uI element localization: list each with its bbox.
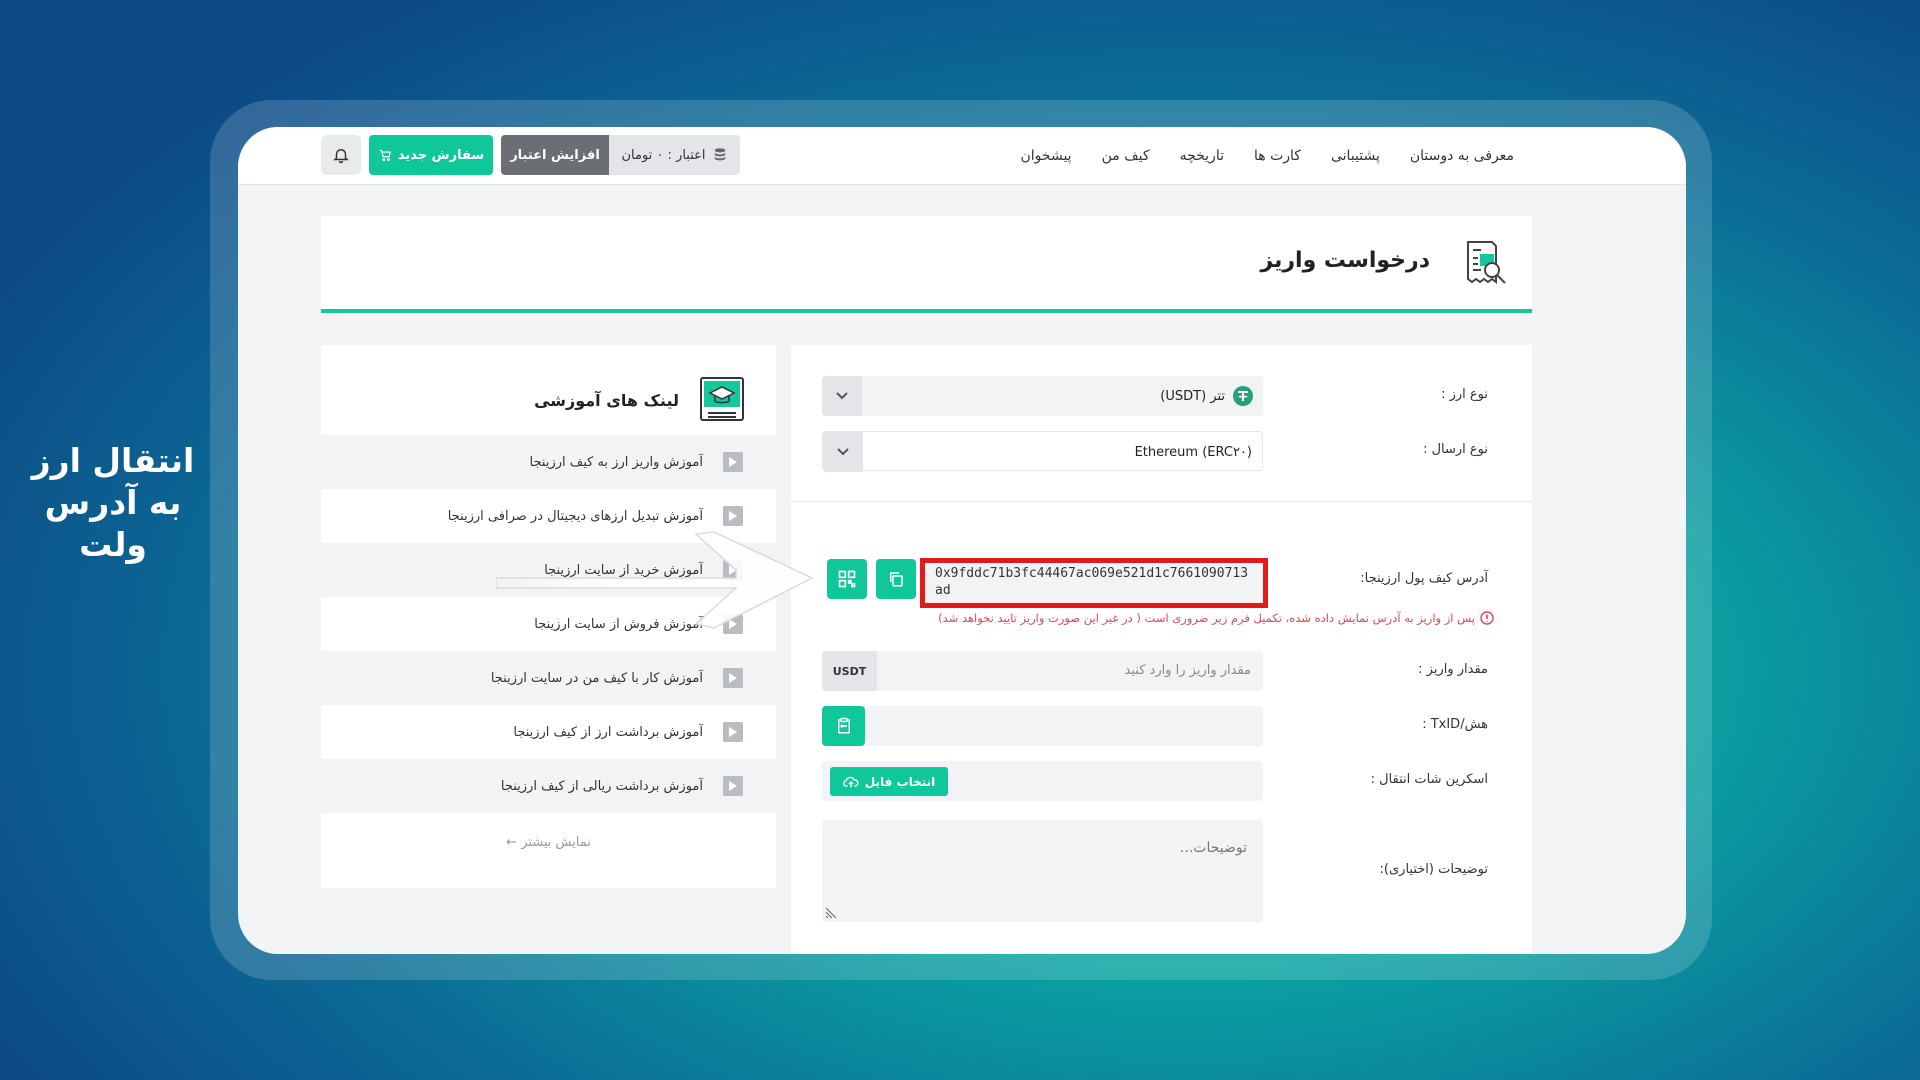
- warning-circle-icon: [1480, 611, 1494, 625]
- cart-icon: [379, 149, 391, 162]
- description-placeholder: توضیحات...: [1179, 840, 1247, 856]
- educational-links-title: لینک های آموزشی: [534, 391, 679, 410]
- play-icon: [723, 668, 743, 688]
- tutorial-link-6[interactable]: آموزش برداشت ارز از کیف ارزینجا: [321, 705, 776, 759]
- screenshot-frame: پیشخوان کیف من تاریخچه کارت ها پشتیبانی …: [238, 127, 1686, 954]
- resize-handle-icon[interactable]: [825, 907, 837, 919]
- amount-input[interactable]: مقدار واریز را وارد کنید USDT: [822, 651, 1263, 691]
- nav-item-support[interactable]: پشتیبانی: [1331, 148, 1380, 164]
- new-order-label: سفارش جدید: [397, 147, 485, 163]
- annotation-arrow-icon: [496, 531, 814, 629]
- chevron-down-icon: [823, 432, 863, 472]
- coins-icon: [714, 148, 725, 161]
- tutorial-link-5[interactable]: آموزش کار با کیف من در سایت ارزینجا: [321, 651, 776, 705]
- tether-icon: [1233, 386, 1253, 406]
- side-caption: انتقال ارز به آدرس ولت: [8, 440, 218, 566]
- graduation-cap-icon: [700, 377, 744, 421]
- qr-code-button[interactable]: [827, 559, 867, 599]
- caption-line-2: به آدرس ولت: [44, 483, 182, 564]
- tutorial-link-label: آموزش برداشت ریالی از کیف ارزینجا: [500, 778, 703, 794]
- tutorial-link-label: آموزش کار با کیف من در سایت ارزینجا: [490, 670, 703, 686]
- wallet-address-field[interactable]: 0x9fddc71b3fc44467ac069e521d1c7661090713…: [920, 558, 1268, 608]
- network-value-text: Ethereum (ERC۲۰): [1134, 444, 1252, 460]
- nav-item-dashboard[interactable]: پیشخوان: [1021, 148, 1072, 164]
- page-header-card: درخواست واریز: [321, 216, 1532, 313]
- show-more-label: نمایش بیشتر: [521, 835, 591, 850]
- txid-input[interactable]: [822, 706, 1263, 746]
- currency-select[interactable]: تتر (USDT): [822, 376, 1263, 416]
- currency-value-text: تتر (USDT): [1160, 388, 1225, 404]
- currency-select-value: تتر (USDT): [1160, 376, 1253, 416]
- description-label: توضیحات (اختیاری):: [1379, 862, 1488, 877]
- network-select[interactable]: Ethereum (ERC۲۰): [822, 431, 1263, 472]
- wallet-address-label: آدرس کیف پول ارزینجا:: [1360, 571, 1488, 586]
- tutorial-link-label: آموزش واریز ارز به کیف ارزینجا: [529, 454, 703, 470]
- network-type-label: نوع ارسال :: [1423, 442, 1488, 457]
- paste-txid-button[interactable]: [822, 706, 865, 746]
- play-icon: [723, 506, 743, 526]
- qr-code-icon: [838, 570, 856, 588]
- network-select-value: Ethereum (ERC۲۰): [1135, 432, 1252, 472]
- show-more-link[interactable]: نمایش بیشتر ←: [321, 835, 776, 865]
- nav-item-my-wallet[interactable]: کیف من: [1102, 148, 1150, 164]
- paste-icon: [837, 717, 850, 734]
- copy-icon: [890, 572, 903, 587]
- play-icon: [723, 452, 743, 472]
- caption-line-1: انتقال ارز: [31, 441, 195, 480]
- chevron-down-icon: [822, 376, 862, 416]
- screenshot-label: اسکرین شات انتقال :: [1370, 772, 1488, 787]
- tutorial-link-label: آموزش برداشت ارز از کیف ارزینجا: [513, 724, 703, 740]
- increase-credit-button[interactable]: افزایش اعتبار: [501, 135, 609, 175]
- notification-button[interactable]: [321, 135, 361, 175]
- deposit-warning-note: پس از واریز به آدرس نمایش داده شده، تکمی…: [938, 611, 1494, 625]
- nav-item-cards[interactable]: کارت ها: [1254, 148, 1301, 164]
- page-title: درخواست واریز: [1260, 248, 1430, 273]
- cloud-upload-icon: [842, 776, 859, 787]
- new-order-button[interactable]: سفارش جدید: [369, 135, 493, 175]
- form-divider: [791, 501, 1532, 502]
- nav-item-referral[interactable]: معرفی به دوستان: [1410, 148, 1514, 164]
- credit-group: افزایش اعتبار اعتبار : ۰ تومان: [501, 135, 740, 175]
- arrow-left-icon: ←: [506, 835, 518, 850]
- tutorial-link-1[interactable]: آموزش واریز ارز به کیف ارزینجا: [321, 435, 776, 489]
- currency-type-label: نوع ارز :: [1441, 387, 1488, 402]
- choose-file-label: انتخاب فایل: [864, 774, 936, 789]
- deposit-form-card: نوع ارز : تتر (USDT) نوع ارسال : Ethereu…: [791, 345, 1532, 954]
- play-icon: [723, 722, 743, 742]
- tutorial-link-7[interactable]: آموزش برداشت ریالی از کیف ارزینجا: [321, 759, 776, 813]
- deposit-warning-text: پس از واریز به آدرس نمایش داده شده، تکمی…: [938, 611, 1475, 625]
- amount-unit-badge: USDT: [822, 651, 877, 691]
- main-nav: پیشخوان کیف من تاریخچه کارت ها پشتیبانی …: [1021, 127, 1514, 185]
- choose-file-button[interactable]: انتخاب فایل: [830, 767, 948, 796]
- description-textarea[interactable]: توضیحات...: [822, 820, 1263, 922]
- nav-item-history[interactable]: تاریخچه: [1180, 148, 1224, 164]
- screenshot-upload-field: انتخاب فایل: [822, 761, 1263, 801]
- credit-display: اعتبار : ۰ تومان: [609, 135, 740, 175]
- amount-label: مقدار واریز :: [1418, 662, 1488, 677]
- credit-label: اعتبار : ۰ تومان: [621, 147, 706, 163]
- bell-icon: [333, 149, 349, 164]
- txid-label: هش/TxID :: [1422, 717, 1488, 732]
- play-icon: [723, 776, 743, 796]
- deposit-receipt-icon: [1467, 241, 1506, 284]
- tutorial-link-label: آموزش تبدیل ارزهای دیجیتال در صرافی ارزی…: [447, 508, 703, 524]
- top-navbar: پیشخوان کیف من تاریخچه کارت ها پشتیبانی …: [238, 127, 1686, 185]
- copy-address-button[interactable]: [876, 559, 916, 599]
- amount-placeholder: مقدار واریز را وارد کنید: [1124, 663, 1251, 678]
